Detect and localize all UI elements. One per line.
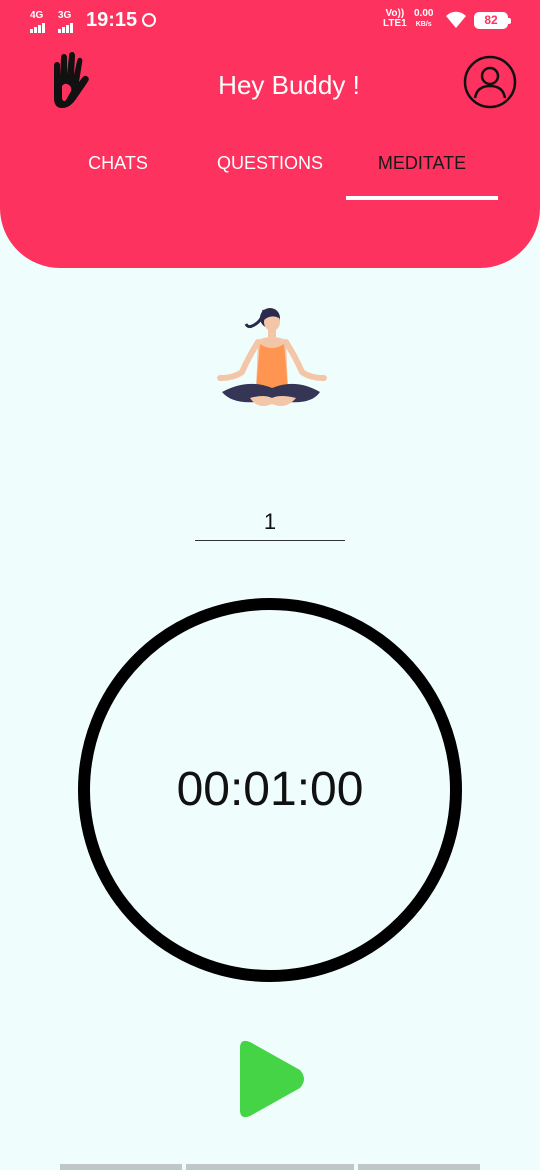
bottom-bar-segment xyxy=(60,1164,182,1170)
network-speed: 0.00 KB/s xyxy=(414,8,434,29)
meditation-illustration xyxy=(217,308,327,406)
tab-indicator xyxy=(346,196,498,200)
tab-questions[interactable]: QUESTIONS xyxy=(195,153,345,174)
status-time: 19:15 xyxy=(86,9,138,31)
tab-chats[interactable]: CHATS xyxy=(43,153,193,174)
play-icon xyxy=(240,1040,304,1118)
status-bar: 4G 3G 19:15 Vo)) LTE1 0.00 KB/s 82 xyxy=(0,0,540,44)
timer-display: 00:01:00 xyxy=(176,763,364,816)
minutes-input[interactable] xyxy=(195,504,345,541)
bottom-bar-segment xyxy=(186,1164,354,1170)
profile-icon[interactable] xyxy=(463,55,517,109)
tab-meditate[interactable]: MEDITATE xyxy=(347,153,497,174)
play-button[interactable] xyxy=(232,1038,308,1120)
wifi-icon xyxy=(446,11,466,29)
bottom-bar-segment xyxy=(358,1164,480,1170)
signal-3g: 3G xyxy=(58,10,74,33)
battery-indicator: 82 xyxy=(474,12,511,29)
signal-4g: 4G xyxy=(30,10,46,33)
app-header: 4G 3G 19:15 Vo)) LTE1 0.00 KB/s 82 Hey B… xyxy=(0,0,540,268)
page-title: Hey Buddy ! xyxy=(218,70,360,100)
network-type-2: 3G xyxy=(58,10,72,21)
volte-indicator: Vo)) LTE1 xyxy=(383,8,407,29)
network-type-1: 4G xyxy=(30,10,44,21)
whatsapp-icon xyxy=(142,13,156,27)
